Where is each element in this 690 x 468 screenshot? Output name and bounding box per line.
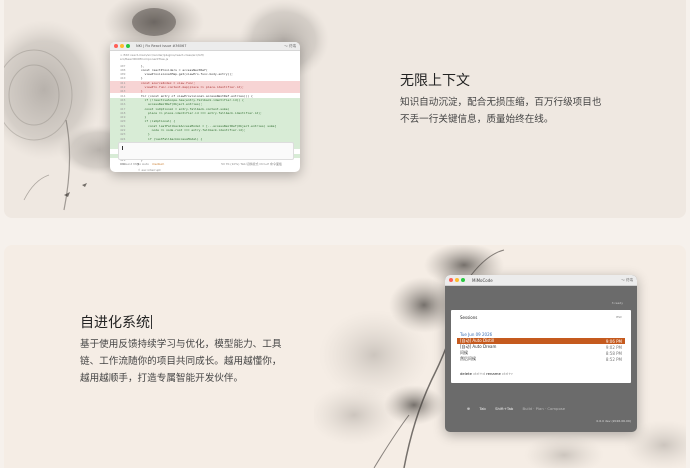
session-time: 9:06 PM: [605, 338, 622, 344]
keybinding-bar: ⊕ Tab Shift+Tab Build · Plan · Compose: [467, 406, 573, 411]
window-titlebar-right: ⌥ 终端: [283, 43, 296, 48]
window-titlebar-right: ⌥ 终端: [620, 277, 633, 282]
interrupt-hint: ⇧ esc interrupt: [138, 168, 161, 172]
shift-tab-key[interactable]: Shift+Tab: [495, 406, 513, 411]
code-editor-window: NKI | Fix React issue #36067 ⌥ 终端 > Edit…: [110, 42, 300, 172]
rename-key: ctrl+r: [502, 371, 513, 376]
minimize-window-icon[interactable]: [120, 44, 124, 48]
sessions-window: MiMoCode ⌥ 终端 3 ready Sessions esc Tue J…: [445, 275, 637, 432]
feature-card-infinite-context: NKI | Fix React issue #36067 ⌥ 终端 > Edit…: [4, 0, 686, 218]
tab-key[interactable]: Tab: [479, 406, 485, 411]
mode-row: Inbound MiMo Auto medium: [120, 162, 164, 166]
sessions-panel: Sessions esc Tue Jun 09 2026 [自动] Auto D…: [451, 310, 631, 383]
session-time: 8:58 PM: [605, 350, 622, 356]
status-text: 5ll 7K (10%) Tab 切换模式 Ctrl+P 命令面板: [221, 162, 282, 166]
panel-hints: delete ctrl+d rename ctrl+r: [460, 371, 513, 376]
session-name: 然后问候: [460, 356, 476, 361]
close-window-icon[interactable]: [449, 278, 453, 282]
delete-hint[interactable]: delete: [460, 371, 472, 376]
text-cursor: [151, 315, 153, 329]
code-text: viewPro.func.content.map(place => place.…: [130, 85, 244, 90]
minimize-window-icon[interactable]: [455, 278, 459, 282]
session-date: Tue Jun 09 2026: [460, 332, 493, 337]
window-titlebar: NKI | Fix React issue #36067 ⌥ 终端: [110, 42, 300, 51]
ready-status: 3 ready: [611, 301, 623, 305]
session-time: 9:02 PM: [605, 344, 622, 350]
add-icon[interactable]: ⊕: [467, 406, 470, 411]
feature-card-self-evolving: 自进化系统 基于使用反馈持续学习与优化，模型能力、工具链、工作流随你的项目共同成…: [4, 245, 686, 468]
maximize-window-icon[interactable]: [461, 278, 465, 282]
model-label[interactable]: MiMo Auto: [133, 162, 149, 166]
feature-description: 基于使用反馈持续学习与优化，模型能力、工具链、工作流随你的项目共同成长。越用越懂…: [80, 339, 282, 384]
code-text: place => place.identifier.id === entry.f…: [130, 110, 262, 115]
window-title: NKI | Fix React issue #36067: [136, 44, 187, 48]
window-title: MiMoCode: [472, 277, 493, 283]
feature-title-text: 自进化系统: [80, 315, 150, 331]
esc-hint[interactable]: esc: [616, 315, 622, 319]
delete-key: ctrl+d: [473, 371, 485, 376]
feature-description: 知识自动沉淀，配合无损压缩，百万行级项目也不丢一行关键信息，质量始终在线。: [400, 97, 602, 125]
sessions-header: Sessions: [460, 315, 478, 320]
session-time: 8:52 PM: [605, 356, 622, 362]
preamble-line: src/ReactDOMComponentTree.js: [120, 57, 169, 62]
mode-options: Build · Plan · Compose: [522, 406, 566, 411]
window-titlebar: MiMoCode ⌥ 终端: [445, 275, 637, 286]
edit-preamble: > Edit react-main/src/render/plugins/rea…: [110, 51, 300, 63]
code-text: viewProvisionalMap.get(viewPro.func.body…: [130, 72, 233, 77]
session-item[interactable]: 然后问候 8:52 PM: [457, 356, 625, 362]
feature-title: 自进化系统: [80, 312, 153, 332]
feature-title: 无限上下文: [400, 73, 470, 89]
rename-hint[interactable]: rename: [486, 371, 501, 376]
effort-label[interactable]: medium: [152, 162, 164, 166]
close-window-icon[interactable]: [114, 44, 118, 48]
mode-label[interactable]: Inbound: [120, 162, 132, 166]
version-text: 0.6.0 dev (2026.06.09): [596, 419, 631, 423]
input-caret: [122, 146, 123, 150]
prompt-input[interactable]: [118, 142, 294, 160]
maximize-window-icon[interactable]: [126, 44, 130, 48]
